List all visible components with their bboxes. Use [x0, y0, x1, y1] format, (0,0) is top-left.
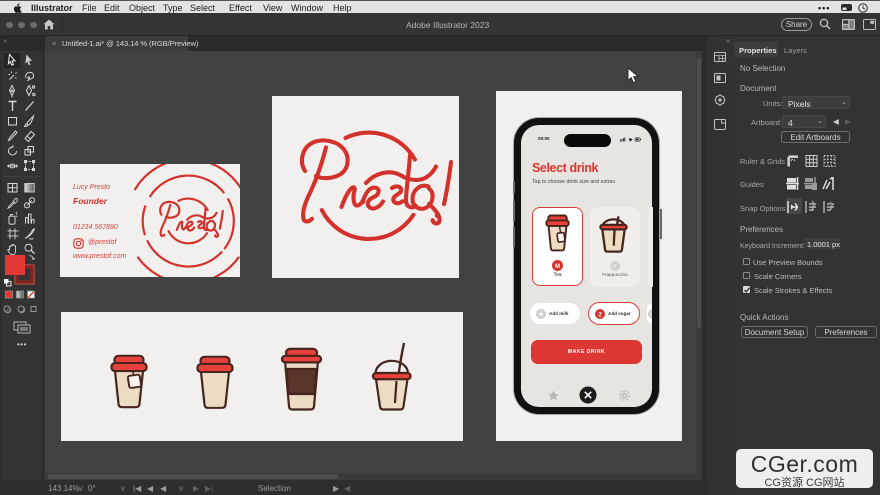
svg-text:M: M [555, 263, 560, 269]
svg-text:•••: ••• [17, 340, 27, 349]
